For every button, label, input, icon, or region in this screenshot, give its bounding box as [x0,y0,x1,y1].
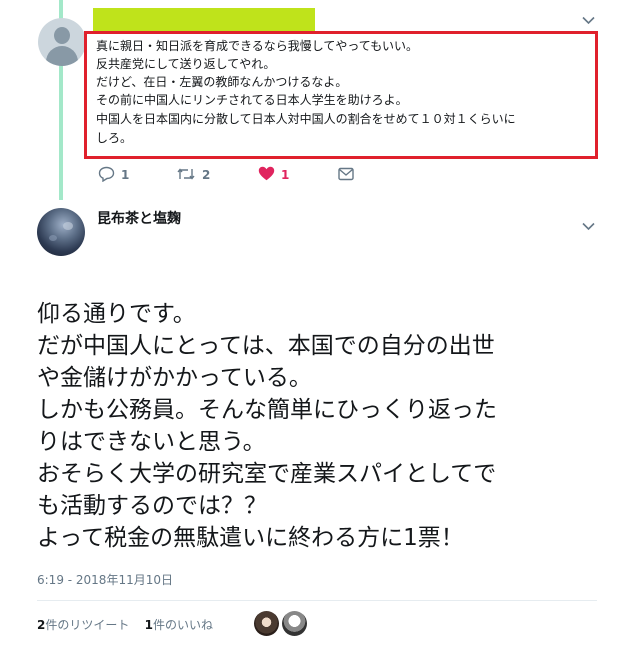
tweet-text-line: も活動するのでは？？ [37,493,267,519]
reply-text-line: その前に中国人にリンチされてる日本人学生を助けろよ。 [96,93,408,107]
chevron-down-icon[interactable] [582,14,595,29]
direct-message-button[interactable] [338,166,354,184]
liker-avatar[interactable] [282,611,307,636]
tweet-text-line: おそらく大学の研究室で産業スパイとしてで [37,461,497,487]
retweet-button[interactable]: 2 [176,166,210,184]
engagement-stats: 2件のリツイート 1件のいいね [37,616,213,633]
chevron-down-icon[interactable] [582,220,595,235]
like-button[interactable]: 1 [258,166,289,184]
tweet-text-line: 仰る通りです。 [37,301,196,327]
reply-text-line: 反共産党にして送り返してやれ。 [96,57,276,71]
retweet-stat-label: 件のリツイート [45,618,130,632]
like-stat-label: 件のいいね [153,618,214,632]
retweet-count: 2 [202,168,211,182]
tweet-text-line: しかも公務員。そんな簡単にひっくり返った [37,397,497,423]
reply-count: 1 [121,168,130,182]
envelope-icon [338,167,354,184]
tweet-text-line: りはできないと思う。 [37,429,266,455]
tweet-timestamp[interactable]: 6:19 - 2018年11月10日 [37,571,173,588]
like-count: 1 [281,168,290,182]
redacted-name-bar [93,8,315,31]
divider [37,600,597,601]
author-display-name[interactable]: 昆布茶と塩麹 [97,208,181,228]
liker-avatar[interactable] [254,611,279,636]
reply-author-avatar[interactable] [38,18,86,66]
reply-text-line: だけど、在日・左翼の教師なんかつけるなよ。 [96,75,348,89]
heart-icon [258,166,275,184]
reply-bubble-icon [98,166,115,185]
tweet-text-line: だが中国人にとっては、本国での自分の出世 [37,333,495,359]
highlighted-reply-text: 真に親日・知日派を育成できるなら我慢してやってもいい。 反共産党にして送り返して… [84,31,598,159]
retweet-stat[interactable]: 2件のリツイート [37,618,129,632]
author-avatar[interactable] [37,208,85,256]
retweet-icon [176,167,196,184]
tweet-text-line: よって税金の無駄遣いに終わる方に1票！ [37,525,464,551]
reply-button[interactable]: 1 [98,166,129,184]
tweet-text-line: や金儲けがかかっている。 [37,365,312,391]
like-total: 1 [144,618,153,632]
reply-text-line: しろ。 [96,131,133,145]
reply-text-line: 真に親日・知日派を育成できるなら我慢してやってもいい。 [96,39,418,53]
like-stat[interactable]: 1件のいいね [145,618,213,632]
reply-text-line: 中国人を日本国内に分散して日本人対中国人の割合をせめて１０対１くらいに [96,112,516,126]
